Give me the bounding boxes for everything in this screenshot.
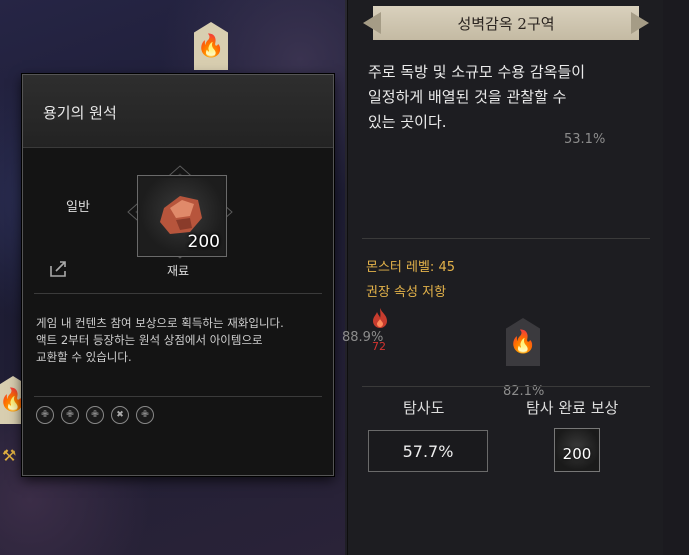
tooltip-divider bbox=[34, 293, 322, 294]
tooltip-header: 용기의 원석 bbox=[23, 75, 333, 148]
reward-item-slot[interactable]: 200 bbox=[554, 428, 600, 472]
class-tag-row: ✙ ✙ ✙ ✖ ✙ bbox=[36, 406, 154, 424]
fire-resist-icon bbox=[373, 308, 387, 328]
map-node-fire-icon: 🔥 bbox=[506, 318, 540, 366]
description-line: 주로 독방 및 소규모 수용 감옥들이 bbox=[368, 63, 586, 81]
description-line: 액트 2부터 등장하는 원석 상점에서 아이템으로 bbox=[36, 333, 263, 347]
description-line: 일정하게 배열된 것을 관찰할 수 bbox=[368, 88, 567, 106]
class-tag-icon: ✙ bbox=[86, 406, 104, 424]
item-count: 200 bbox=[187, 232, 220, 252]
reward-label: 탐사 완료 보상 bbox=[526, 399, 619, 417]
item-slot[interactable]: 200 bbox=[137, 175, 227, 257]
panel-divider bbox=[362, 238, 650, 239]
monster-level: 몬스터 레벨: 45 bbox=[366, 260, 455, 275]
exploration-label: 탐사도 bbox=[403, 399, 445, 417]
region-description: 주로 독방 및 소규모 수용 감옥들이 일정하게 배열된 것을 관찰할 수 있는… bbox=[368, 60, 648, 135]
panel-divider bbox=[362, 386, 650, 387]
share-icon[interactable] bbox=[48, 259, 70, 279]
item-grade: 일반 bbox=[66, 200, 90, 215]
class-tag-icon: ✙ bbox=[36, 406, 54, 424]
exploration-value: 57.7% bbox=[368, 430, 488, 472]
description-line: 있는 곳이다. bbox=[368, 113, 447, 131]
region-info-panel: 성벽감옥 2구역 주로 독방 및 소규모 수용 감옥들이 일정하게 배열된 것을… bbox=[347, 0, 664, 555]
tooltip-divider bbox=[34, 396, 322, 397]
map-percent-label: 88.9% bbox=[342, 330, 384, 345]
class-tag-icon: ✖ bbox=[111, 406, 129, 424]
right-edge-strip bbox=[663, 0, 689, 555]
item-description: 게임 내 컨텐츠 참여 보상으로 획득하는 재화입니다. 액트 2부터 등장하는… bbox=[36, 315, 326, 366]
description-line: 교환할 수 있습니다. bbox=[36, 350, 132, 364]
description-line: 게임 내 컨텐츠 참여 보상으로 획득하는 재화입니다. bbox=[36, 316, 284, 330]
region-title: 성벽감옥 2구역 bbox=[373, 6, 639, 40]
item-type: 재료 bbox=[167, 264, 190, 278]
class-tag-icon: ✙ bbox=[61, 406, 79, 424]
class-tag-icon: ✙ bbox=[136, 406, 154, 424]
crossed-tools-icon: ⚒ bbox=[2, 446, 17, 465]
recommended-resist-title: 권장 속성 저항 bbox=[366, 285, 447, 300]
reward-count: 200 bbox=[562, 445, 592, 463]
map-percent-label: 53.1% bbox=[564, 132, 606, 147]
item-name: 용기의 원석 bbox=[43, 104, 117, 122]
